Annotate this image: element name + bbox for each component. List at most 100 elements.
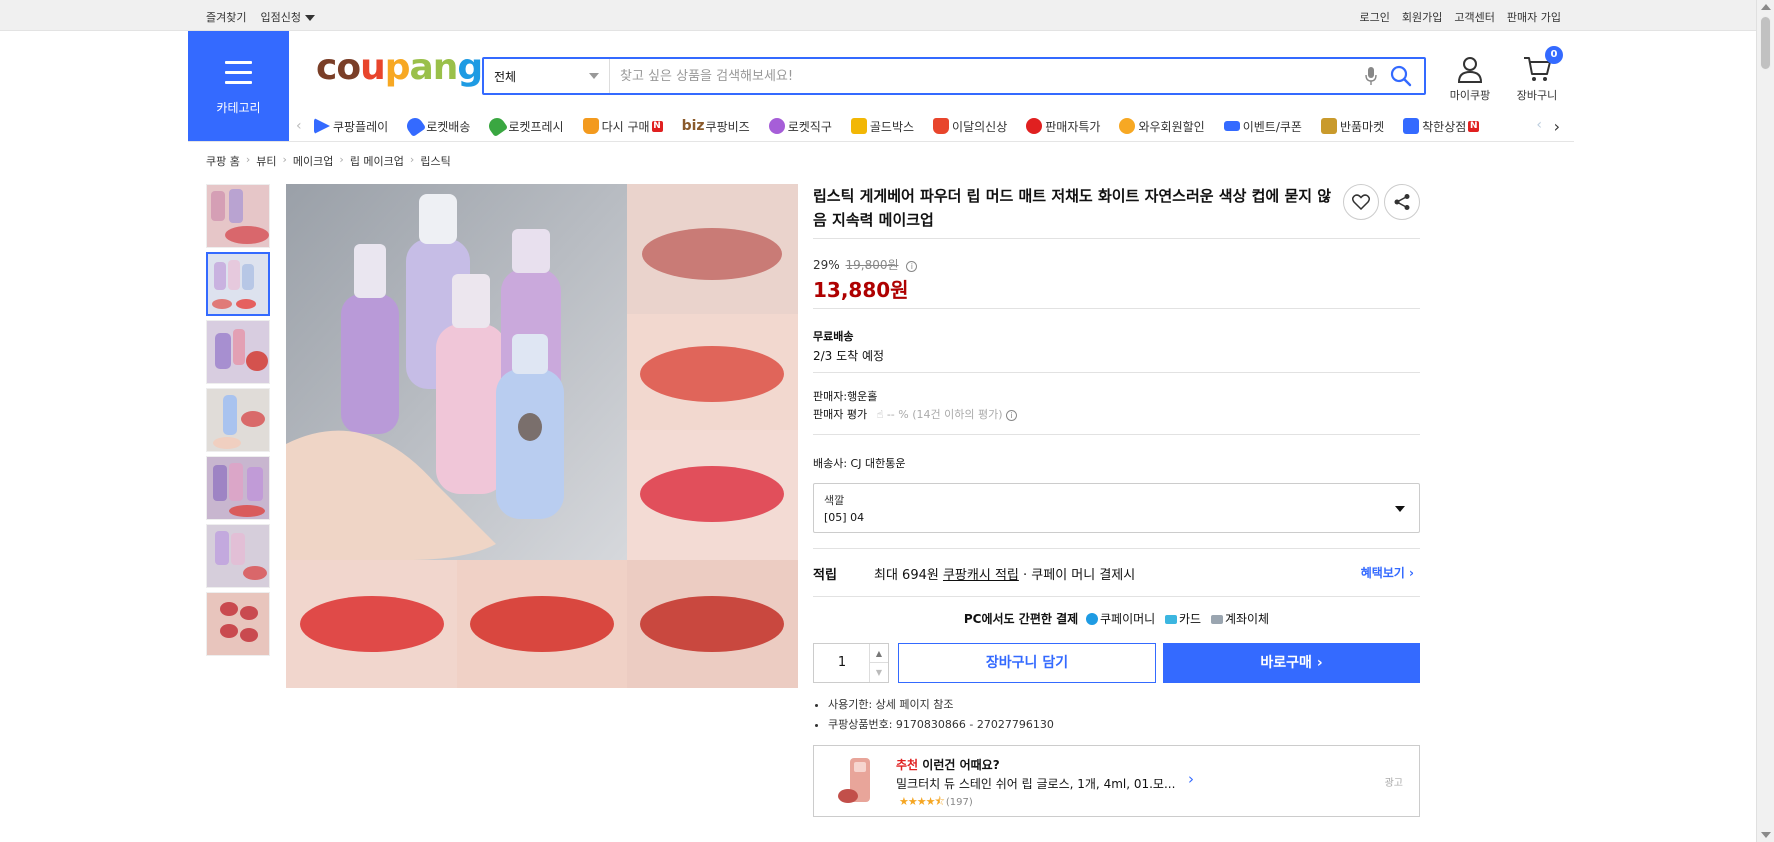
quick-item-rebuy[interactable]: 다시 구매 N <box>582 118 663 135</box>
coupang-logo[interactable]: coupang <box>316 50 483 86</box>
chevron-right-icon: › <box>1316 655 1323 671</box>
search-input[interactable] <box>610 59 1364 93</box>
customer-center-link[interactable]: 고객센터 <box>1454 9 1494 25</box>
signup-link[interactable]: 회원가입 <box>1402 9 1442 25</box>
divider <box>813 308 1420 309</box>
info-icon[interactable]: i <box>1006 410 1017 421</box>
quick-item-coupang-play[interactable]: 쿠팡플레이 <box>314 118 388 135</box>
quick-item-coupang-biz[interactable]: biz 쿠팡비즈 <box>682 118 750 135</box>
play-icon <box>314 118 330 134</box>
product-notes: 사용기한: 상세 페이지 참조 쿠팡상품번호: 9170830866 - 270… <box>828 696 1054 736</box>
quick-menu: ‹ 쿠팡플레이 로켓배송 로켓프레시 다시 구매 N biz 쿠팡비즈 로켓직구 골… <box>296 112 1576 140</box>
option-label: 색깔 <box>824 494 845 507</box>
recommendation-box[interactable]: 추천 이런건 어때요? 밀크터치 듀 스테인 쉬어 립 글로스, 1개, 4ml… <box>813 745 1420 817</box>
quick-menu-prev-icon[interactable]: ‹ <box>296 118 314 134</box>
user-icon <box>1457 57 1483 83</box>
divider <box>813 548 1420 549</box>
breadcrumb-item[interactable]: 쿠팡 홈 <box>206 153 240 169</box>
color-option-select[interactable]: 색깔 [05] 04 <box>813 483 1420 533</box>
recommendation-heading: 추천 이런건 어때요? <box>896 758 1000 772</box>
product-thumbnail[interactable] <box>206 320 270 384</box>
breadcrumb-item[interactable]: 립스틱 <box>420 153 450 169</box>
quantity-increase-icon[interactable]: ▲ <box>869 644 888 663</box>
shipping-title: 무료배송 <box>813 330 854 343</box>
quick-menu-prev-fade-icon: ‹ <box>1536 117 1542 133</box>
coupang-cash-link[interactable]: 쿠팡캐시 적립 <box>943 568 1019 583</box>
product-thumbnail[interactable] <box>206 592 270 656</box>
rocket-fresh-icon <box>486 114 509 138</box>
product-main-image[interactable] <box>286 184 798 688</box>
breadcrumb-item[interactable]: 립 메이크업 <box>350 153 404 169</box>
recommended-product-name[interactable]: 밀크터치 듀 스테인 쉬어 립 글로스, 1개, 4ml, 01.모... <box>896 775 1175 792</box>
page-scrollbar[interactable] <box>1756 0 1774 842</box>
quick-item-new-arrivals[interactable]: 이달의신상 <box>933 118 1007 135</box>
expiry-note: 사용기한: 상세 페이지 참조 <box>828 696 1054 712</box>
cart-count-badge: 0 <box>1545 46 1563 64</box>
price-discount-row: 29% 19,800원 i <box>813 256 918 273</box>
chevron-right-icon: › <box>282 153 287 166</box>
scroll-thumb[interactable] <box>1760 16 1771 70</box>
wow-icon <box>1119 118 1136 134</box>
product-number: 쿠팡상품번호: 9170830866 - 27027796130 <box>828 716 1054 732</box>
quick-item-goldbox[interactable]: 골드박스 <box>850 118 914 135</box>
scroll-up-icon[interactable] <box>1761 4 1771 10</box>
share-button[interactable] <box>1384 184 1420 220</box>
add-to-cart-button[interactable]: 장바구니 담기 <box>898 643 1156 683</box>
seller-signup-link[interactable]: 판매자 가입 <box>1507 9 1561 25</box>
top-left-links: 즐겨찾기 입점신청 <box>206 9 315 25</box>
login-link[interactable]: 로그인 <box>1360 9 1390 25</box>
courier: 배송사: CJ 대한통운 <box>813 457 906 470</box>
seller-name[interactable]: 판매자:행운홀 <box>813 388 877 404</box>
reward-desc: 최대 694원 쿠팡캐시 적립 · 쿠페이 머니 결제시 <box>874 568 1136 583</box>
vendor-apply-link[interactable]: 입점신청 <box>260 9 315 25</box>
original-price: 19,800원 <box>845 258 899 272</box>
dropdown-arrow-icon <box>1395 506 1405 512</box>
product-thumbnail[interactable] <box>206 388 270 452</box>
chevron-right-icon: › <box>409 153 415 166</box>
category-menu-button[interactable]: 카테고리 <box>188 31 289 141</box>
quick-item-rocket-global[interactable]: 로켓직구 <box>768 118 832 135</box>
product-thumbnail-selected[interactable] <box>206 252 270 316</box>
search-category-select[interactable]: 전체 <box>484 59 610 93</box>
divider <box>813 434 1420 435</box>
quick-item-seller-deals[interactable]: 판매자특가 <box>1026 118 1100 135</box>
shipping-eta: 2/3 도착 예정 <box>813 349 885 363</box>
chevron-right-icon[interactable]: › <box>1188 770 1194 788</box>
breadcrumb-item[interactable]: 메이크업 <box>293 153 333 169</box>
shopping-bag-icon <box>582 118 599 134</box>
favorite-link[interactable]: 즐겨찾기 <box>206 9 246 25</box>
quantity-value[interactable]: 1 <box>814 655 870 670</box>
microphone-icon[interactable] <box>1364 66 1378 86</box>
product-thumbnail[interactable] <box>206 524 270 588</box>
store-icon <box>1320 118 1337 134</box>
top-utility-bar: 즐겨찾기 입점신청 로그인 회원가입 고객센터 판매자 가입 <box>0 0 1756 31</box>
buy-now-button[interactable]: 바로구매 › <box>1163 643 1420 683</box>
wishlist-button[interactable] <box>1343 184 1379 220</box>
product-thumbnail[interactable] <box>206 184 270 248</box>
cart-button[interactable]: 0 장바구니 <box>1514 46 1563 103</box>
quick-item-return-market[interactable]: 반품마켓 <box>1320 118 1384 135</box>
quantity-stepper[interactable]: 1 ▲ ▼ <box>813 643 889 683</box>
search-icon[interactable] <box>1390 65 1412 87</box>
thumbnail-list <box>206 184 270 660</box>
quick-item-events-coupons[interactable]: 이벤트/쿠폰 <box>1223 118 1302 135</box>
product-thumbnail[interactable] <box>206 456 270 520</box>
benefits-link[interactable]: 혜택보기 › <box>1361 564 1414 581</box>
percent-icon <box>1026 118 1043 134</box>
quick-item-rocket-delivery[interactable]: 로켓배송 <box>404 114 470 138</box>
scroll-down-icon[interactable] <box>1761 832 1771 838</box>
seller-rating: 판매자 평가 ☝ -- % (14건 이하의 평가) i <box>813 406 1017 422</box>
chevron-right-icon: › <box>1409 566 1414 580</box>
info-icon[interactable]: i <box>906 261 918 272</box>
quick-menu-next-icon[interactable]: › <box>1554 117 1560 136</box>
breadcrumb-item[interactable]: 뷰티 <box>256 153 276 169</box>
quick-item-good-store[interactable]: 착한상점 N <box>1403 118 1480 135</box>
globe-icon <box>768 118 785 134</box>
card-icon <box>1165 615 1178 624</box>
review-count: (197) <box>945 797 973 808</box>
quantity-decrease-icon[interactable]: ▼ <box>869 663 888 682</box>
quick-item-wow-discount[interactable]: 와우회원할인 <box>1119 118 1205 135</box>
my-coupang-button[interactable]: 마이쿠팡 <box>1448 55 1492 103</box>
quick-item-rocket-fresh[interactable]: 로켓프레시 <box>486 114 564 138</box>
shop-icon <box>1403 118 1420 134</box>
